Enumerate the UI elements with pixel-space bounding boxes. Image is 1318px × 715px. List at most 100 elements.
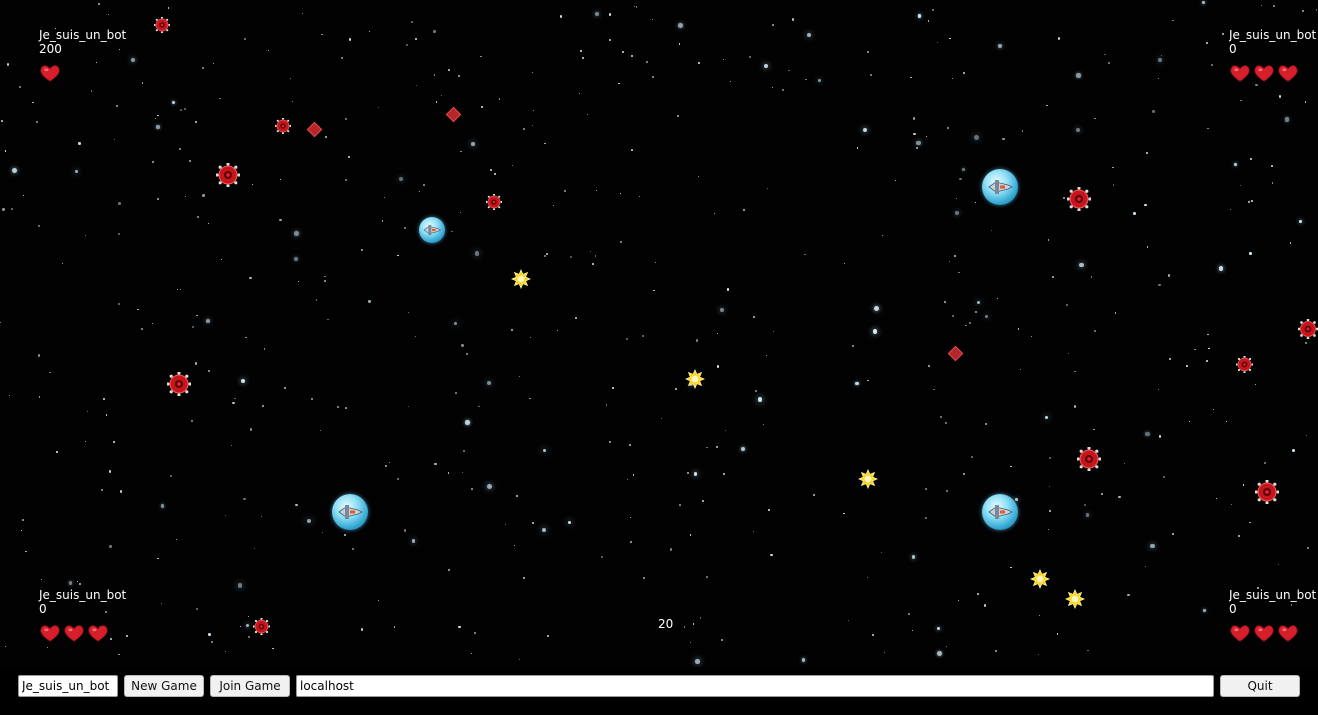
- star: [1114, 312, 1116, 314]
- star: [388, 462, 391, 464]
- player-ship-icon: [419, 217, 445, 243]
- star: [180, 108, 183, 111]
- star: [465, 420, 470, 425]
- star: [220, 258, 222, 260]
- star: [118, 202, 121, 205]
- star: [46, 647, 48, 649]
- star: [447, 472, 450, 474]
- star: [306, 518, 311, 524]
- star: [531, 72, 533, 74]
- star: [294, 257, 298, 262]
- star: [383, 196, 385, 199]
- star: [103, 398, 106, 400]
- star: [403, 529, 407, 532]
- star: [924, 488, 927, 491]
- star: [151, 323, 154, 325]
- star: [1215, 497, 1218, 500]
- mine-icon: [253, 618, 270, 635]
- star: [519, 658, 520, 660]
- bonus-star-icon: [684, 368, 706, 393]
- star: [608, 440, 611, 443]
- star: [592, 263, 595, 265]
- star: [1030, 335, 1033, 337]
- star: [411, 21, 414, 24]
- star: [195, 608, 198, 611]
- star: [1240, 99, 1242, 101]
- star: [348, 38, 352, 41]
- star: [1146, 151, 1149, 154]
- star: [660, 417, 663, 420]
- star: [1112, 184, 1114, 186]
- star: [1144, 203, 1147, 206]
- star: [702, 500, 705, 502]
- star: [595, 11, 599, 16]
- control-bar: New Game Join Game Quit: [0, 667, 1318, 715]
- star: [1, 120, 4, 123]
- star: [169, 475, 172, 478]
- star: [36, 121, 39, 124]
- star: [1146, 246, 1149, 248]
- star: [752, 316, 755, 319]
- star: [232, 401, 235, 404]
- star: [985, 315, 989, 319]
- star: [461, 471, 463, 473]
- star: [454, 321, 458, 325]
- star: [749, 56, 752, 59]
- new-game-button[interactable]: New Game: [124, 675, 204, 697]
- star: [1271, 182, 1274, 185]
- star: [478, 405, 480, 408]
- join-game-button[interactable]: Join Game: [210, 675, 290, 697]
- star: [677, 115, 680, 118]
- star: [4, 150, 7, 152]
- star: [68, 581, 72, 585]
- star: [271, 647, 274, 650]
- star: [686, 471, 689, 474]
- star: [1074, 370, 1076, 373]
- game-canvas[interactable]: Je_suis_un_bot 200 Je_suis_un_bot 0 Je_s…: [0, 0, 1318, 667]
- hud-player-top-left: Je_suis_un_bot 200: [39, 28, 126, 84]
- star: [740, 447, 745, 452]
- star: [345, 407, 347, 409]
- star: [965, 324, 967, 327]
- star: [955, 211, 960, 216]
- star: [1229, 209, 1231, 211]
- hud-player-top-right: Je_suis_un_bot 0: [1229, 28, 1317, 84]
- star: [1038, 615, 1040, 617]
- star: [61, 262, 64, 265]
- star: [78, 142, 81, 145]
- star: [344, 179, 347, 181]
- star: [945, 645, 948, 648]
- star: [1103, 53, 1106, 56]
- star: [461, 344, 464, 347]
- star: [292, 101, 294, 103]
- star: [1046, 105, 1048, 107]
- star: [1079, 263, 1084, 268]
- star: [1127, 593, 1130, 596]
- star: [730, 81, 732, 83]
- player-ship-icon: [332, 494, 368, 530]
- star: [630, 54, 634, 58]
- star: [155, 118, 157, 120]
- star: [195, 121, 198, 124]
- star: [996, 297, 998, 299]
- star: [721, 639, 724, 642]
- star: [1239, 184, 1241, 186]
- star: [171, 100, 175, 104]
- host-input[interactable]: [296, 675, 1214, 697]
- star: [622, 51, 624, 54]
- star: [532, 109, 534, 111]
- quit-button[interactable]: Quit: [1220, 675, 1300, 697]
- star: [1212, 408, 1215, 410]
- star: [1047, 528, 1050, 531]
- lives-container: [1229, 622, 1317, 644]
- hud-player-bottom-right: Je_suis_un_bot 0: [1229, 588, 1317, 644]
- player-name-input[interactable]: [18, 675, 118, 697]
- star: [360, 628, 363, 631]
- star: [1158, 77, 1160, 79]
- star: [463, 450, 466, 453]
- star: [141, 82, 143, 84]
- star: [1169, 358, 1172, 361]
- star: [933, 388, 936, 391]
- star: [518, 375, 521, 378]
- star: [1066, 303, 1068, 306]
